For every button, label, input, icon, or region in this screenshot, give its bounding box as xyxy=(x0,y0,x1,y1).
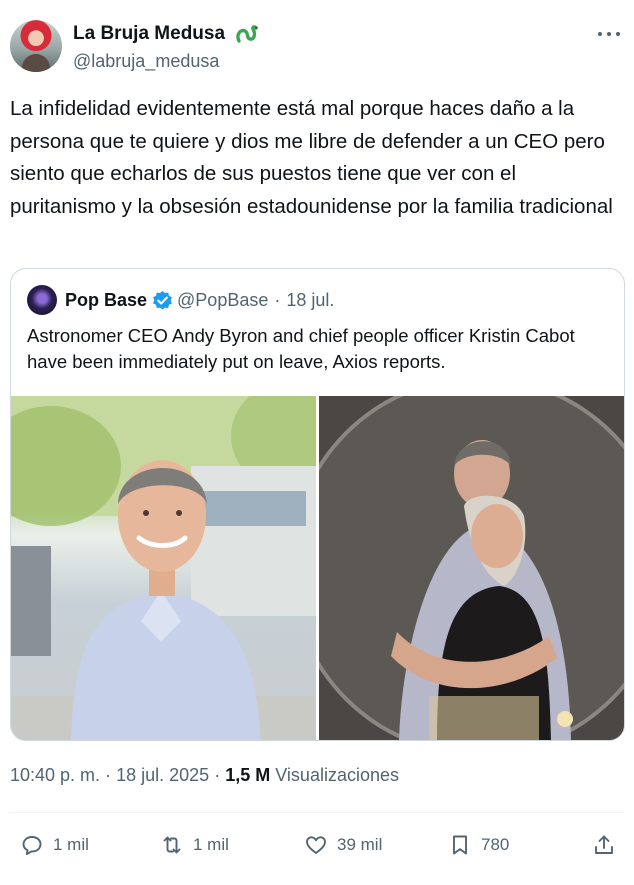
bookmark-count: 780 xyxy=(481,835,510,854)
tweet-meta: 10:40 p. m. · 18 jul. 2025 · 1,5 M Visua… xyxy=(10,765,399,786)
repost-icon xyxy=(163,836,181,854)
quoted-author-handle[interactable]: @PopBase xyxy=(177,290,268,311)
tweet-date[interactable]: 18 jul. 2025 xyxy=(116,765,209,785)
author-handle[interactable]: @labruja_medusa xyxy=(73,51,219,72)
repost-count: 1 mil xyxy=(193,835,229,854)
quoted-author-avatar[interactable] xyxy=(27,285,57,315)
quoted-tweet[interactable]: Pop Base @PopBase · 18 jul. Astronomer C… xyxy=(10,268,625,741)
media-image-portrait[interactable] xyxy=(11,396,316,740)
quoted-media[interactable] xyxy=(11,396,624,740)
heart-icon xyxy=(306,836,326,854)
share-button[interactable] xyxy=(592,828,616,862)
tweet-text: La infidelidad evidentemente está mal po… xyxy=(10,97,613,218)
reply-button[interactable]: 1 mil xyxy=(20,828,89,862)
divider xyxy=(10,812,624,813)
more-options-icon[interactable] xyxy=(598,24,620,44)
share-icon xyxy=(595,835,613,854)
tweet-header: La Bruja Medusa @labruja_medusa xyxy=(10,20,624,76)
portrait-illustration xyxy=(11,396,316,740)
quoted-separator: · xyxy=(274,289,281,310)
tweet-time[interactable]: 10:40 p. m. xyxy=(10,765,100,785)
reply-icon xyxy=(22,836,42,855)
media-image-concert[interactable] xyxy=(319,396,624,740)
meta-separator: · xyxy=(105,765,112,785)
quoted-author-display-name[interactable]: Pop Base xyxy=(65,290,147,311)
action-bar: 1 mil 1 mil 39 mil 780 xyxy=(10,828,624,862)
like-button[interactable]: 39 mil xyxy=(304,828,382,862)
verified-badge-icon xyxy=(153,290,172,310)
snake-icon xyxy=(235,25,258,43)
bookmark-button[interactable]: 780 xyxy=(448,828,509,862)
author-display-name[interactable]: La Bruja Medusa xyxy=(73,23,225,45)
author-avatar[interactable] xyxy=(10,20,62,72)
quoted-date[interactable]: 18 jul. xyxy=(286,290,334,311)
like-count: 39 mil xyxy=(337,835,383,854)
concert-illustration xyxy=(319,396,624,740)
meta-separator-2: · xyxy=(214,765,221,785)
repost-button[interactable]: 1 mil xyxy=(160,828,229,862)
quoted-tweet-header: Pop Base @PopBase · 18 jul. xyxy=(27,285,334,315)
author-name-row[interactable]: La Bruja Medusa xyxy=(73,23,260,45)
quoted-tweet-text: Astronomer CEO Andy Byron and chief peop… xyxy=(27,325,575,372)
views-count: 1,5 M xyxy=(225,765,271,785)
reply-count: 1 mil xyxy=(53,835,89,854)
views-label: Visualizaciones xyxy=(275,765,399,785)
bookmark-icon xyxy=(453,835,467,855)
